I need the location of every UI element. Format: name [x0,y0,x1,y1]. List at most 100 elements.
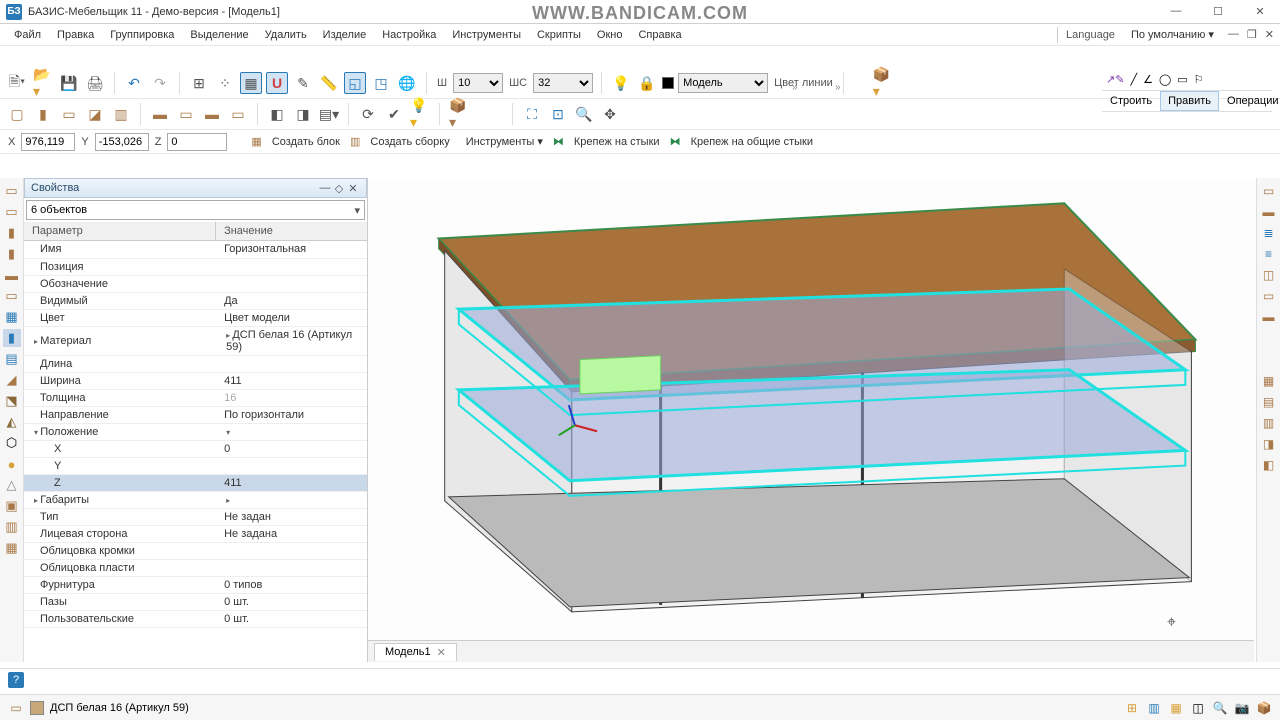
property-row[interactable]: НаправлениеПо горизонтали [24,406,367,423]
panel-top-icon[interactable]: ▭ [58,103,80,125]
language-select[interactable]: По умолчанию ▾ [1123,25,1222,44]
width-select[interactable]: 10 [453,73,503,93]
ws-select[interactable]: 32 [533,73,593,93]
property-row[interactable]: Пользовательские0 шт. [24,610,367,627]
menu-tools[interactable]: Инструменты [444,26,529,44]
mdi-restore-button[interactable]: ❐ [1247,28,1257,41]
property-row[interactable]: Положение [24,423,367,440]
board-d-icon[interactable]: ▭ [227,103,249,125]
panel-frame-icon[interactable]: ▥ [110,103,132,125]
panel-front-icon[interactable]: ▢ [6,103,28,125]
menu-file[interactable]: Файл [6,26,49,44]
menu-product[interactable]: Изделие [315,26,375,44]
viewport-3d[interactable]: ⌖ [368,178,1256,662]
print-icon[interactable]: 🖨 [84,72,106,94]
menu-scripts[interactable]: Скрипты [529,26,589,44]
menu-settings[interactable]: Настройка [374,26,444,44]
fasteners-shared-button[interactable]: Крепеж на общие стыки [685,134,819,150]
minimize-button[interactable]: — [1162,5,1190,18]
assembly2-icon[interactable]: ▥ [350,135,360,148]
property-row[interactable]: Ширина411 [24,372,367,389]
menu-group[interactable]: Группировка [102,26,182,44]
coord-x-input[interactable] [21,133,75,151]
menu-help[interactable]: Справка [630,26,689,44]
create-assembly-button[interactable]: Создать сборку [364,134,455,150]
mdi-close-button[interactable]: ✕ [1265,28,1274,41]
right-icon-5[interactable]: ◫ [1260,266,1278,284]
flag-tool-icon[interactable]: ⚐ [1194,73,1204,86]
open-file-icon[interactable]: 📂▾ [32,72,54,94]
undo-icon[interactable]: ↶ [123,72,145,94]
cube-a-icon[interactable]: ◱ [344,72,366,94]
snap-points-icon[interactable]: ⁘ [214,72,236,94]
menu-edit[interactable]: Правка [49,26,102,44]
property-row[interactable]: Z411 [24,474,367,491]
left-icon-3[interactable]: ▮ [3,224,21,242]
property-row[interactable]: Пазы0 шт. [24,593,367,610]
left-icon-18[interactable]: ▦ [3,539,21,557]
misc-c-icon[interactable]: ▤▾ [318,103,340,125]
status-icon-6[interactable]: 📷 [1234,700,1250,716]
assembly-icon[interactable]: 📦▾ [872,72,894,94]
right-icon-7[interactable]: ▬ [1260,308,1278,326]
property-row[interactable]: Облицовка пласти [24,559,367,576]
panel-minimize-icon[interactable]: — [318,182,332,194]
circle-tool-icon[interactable]: ◯ [1159,73,1171,86]
tools-dropdown[interactable]: Инструменты ▾ [460,133,549,150]
left-icon-16[interactable]: ▣ [3,497,21,515]
tab-edit[interactable]: Править [1160,91,1219,111]
globe-icon[interactable]: 🌐 [396,72,418,94]
right-icon-12[interactable]: ◧ [1260,456,1278,474]
edit-tool-icon[interactable]: ✎ [292,72,314,94]
fastener-b-icon[interactable]: ⧓ [670,135,681,148]
ruler-icon[interactable]: 📏 [318,72,340,94]
board-c-icon[interactable]: ▬ [201,103,223,125]
mdi-minimize-button[interactable]: — [1228,28,1239,41]
fastener-a-icon[interactable]: ⧓ [553,135,564,148]
left-icon-5[interactable]: ▬ [3,266,21,284]
status-material-swatch[interactable] [30,701,44,715]
left-icon-15[interactable]: △ [3,476,21,494]
coord-z-input[interactable] [167,133,227,151]
menu-window[interactable]: Окно [589,26,631,44]
board-b-icon[interactable]: ▭ [175,103,197,125]
left-icon-17[interactable]: ▥ [3,518,21,536]
line-tool-icon[interactable]: ╱ [1130,73,1137,86]
property-row[interactable]: Обозначение [24,275,367,292]
model-select[interactable]: Модель [678,73,768,93]
left-icon-8[interactable]: ▮ [3,329,21,347]
zoom-tool-icon[interactable]: 🔍 [573,103,595,125]
right-icon-4[interactable]: ≡ [1260,245,1278,263]
zoom-window-icon[interactable]: ⛶ [521,103,543,125]
left-icon-4[interactable]: ▮ [3,245,21,263]
tab-close-icon[interactable]: ✕ [437,646,446,659]
property-row[interactable]: ВидимыйДа [24,292,367,309]
property-row[interactable]: Фурнитура0 типов [24,576,367,593]
property-row[interactable]: ЦветЦвет модели [24,309,367,326]
left-icon-9[interactable]: ▤ [3,350,21,368]
magnet-icon[interactable]: U [266,72,288,94]
right-icon-9[interactable]: ▤ [1260,393,1278,411]
properties-header[interactable]: Свойства — ◇ ✕ [24,178,367,198]
box-e-icon[interactable]: 📦▾ [448,103,470,125]
right-icon-8[interactable]: ▦ [1260,372,1278,390]
overflow-chevron-1[interactable]: » [792,82,798,93]
misc-b-icon[interactable]: ◨ [292,103,314,125]
overflow-chevron-2[interactable]: » [835,82,841,93]
right-icon-10[interactable]: ▥ [1260,414,1278,432]
property-row[interactable]: Лицевая сторонаНе задана [24,525,367,542]
left-icon-6[interactable]: ▭ [3,287,21,305]
status-icon-2[interactable]: ▥ [1146,700,1162,716]
panel-close-icon[interactable]: ✕ [346,182,360,195]
left-icon-2[interactable]: ▭ [3,203,21,221]
left-icon-7[interactable]: ▦ [3,308,21,326]
color-swatch[interactable] [662,77,674,89]
panel-pin-icon[interactable]: ◇ [332,182,346,195]
property-row[interactable]: Толщина16 [24,389,367,406]
right-icon-2[interactable]: ▬ [1260,203,1278,221]
property-row[interactable]: ИмяГоризонтальная [24,241,367,258]
misc-a-icon[interactable]: ◧ [266,103,288,125]
right-icon-1[interactable]: ▭ [1260,182,1278,200]
close-button[interactable]: ✕ [1246,5,1274,18]
property-row[interactable]: МатериалДСП белая 16 (Артикул 59) [24,326,367,355]
